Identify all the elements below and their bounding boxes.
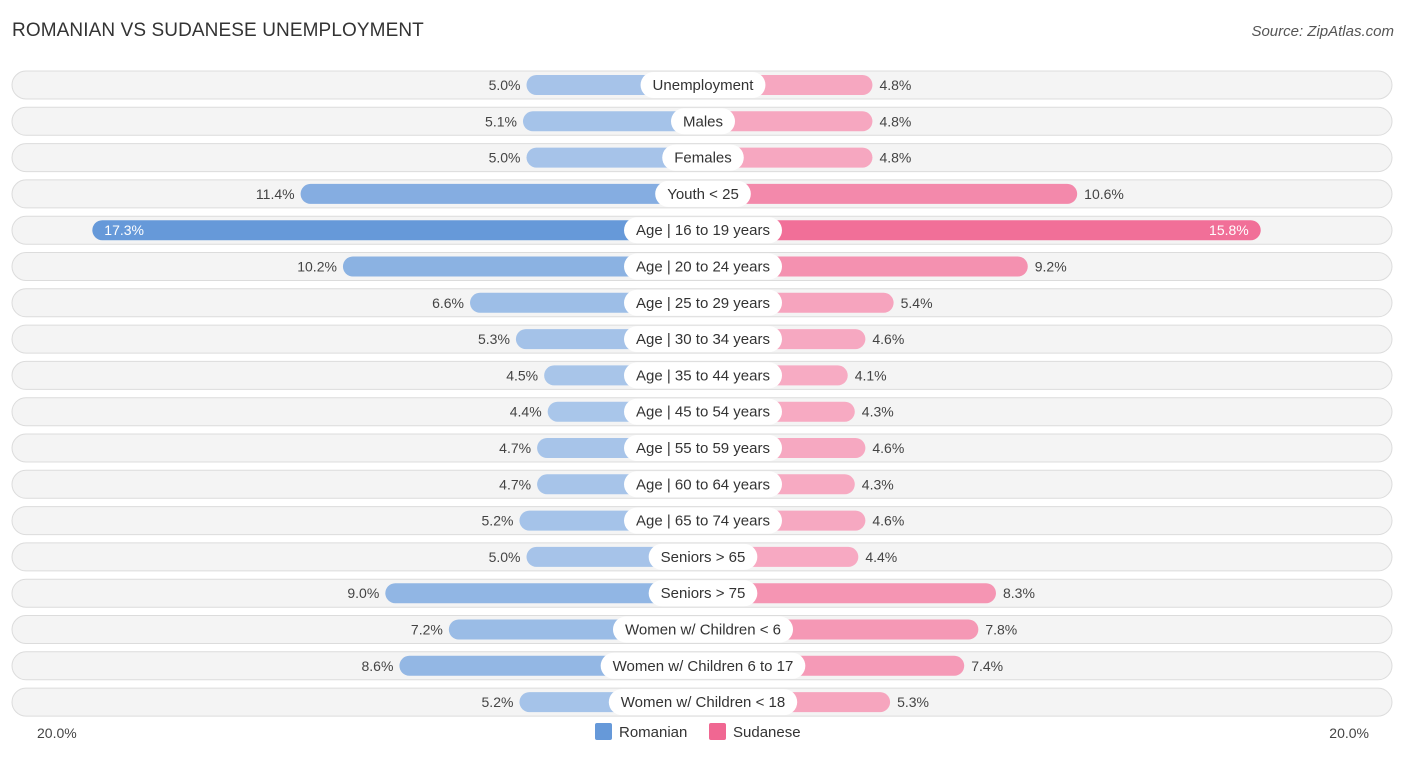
category-label: Youth < 25 xyxy=(667,186,739,203)
value-label-sudanese: 5.4% xyxy=(901,295,933,311)
legend: Romanian Sudanese xyxy=(595,723,801,741)
value-label-romanian: 6.6% xyxy=(432,295,464,311)
category-label: Age | 16 to 19 years xyxy=(636,222,770,239)
value-label-romanian: 5.0% xyxy=(489,549,521,565)
chart-row: 4.4% 4.3% Age | 45 to 54 years xyxy=(11,397,1393,427)
value-label-romanian: 4.7% xyxy=(499,440,531,456)
chart-row: 4.5% 4.1% Age | 35 to 44 years xyxy=(11,360,1393,390)
value-label-romanian: 9.0% xyxy=(347,585,379,601)
chart-row: 5.2% 5.3% Women w/ Children < 18 xyxy=(11,687,1393,717)
chart-rows: 5.0% 4.8% Unemployment 5.1% 4.8% Males 5.0% 4.8… xyxy=(11,70,1393,717)
value-label-sudanese: 9.2% xyxy=(1035,259,1067,275)
category-label: Age | 25 to 29 years xyxy=(636,295,770,312)
value-label-romanian: 11.4% xyxy=(256,186,295,202)
value-label-sudanese: 4.3% xyxy=(862,404,894,420)
value-label-sudanese: 4.3% xyxy=(862,476,894,492)
chart-row: 9.0% 8.3% Seniors > 75 xyxy=(11,578,1393,608)
axis-left-label: 20.0% xyxy=(37,725,77,741)
value-label-romanian: 5.1% xyxy=(485,113,517,129)
category-label: Age | 55 to 59 years xyxy=(636,440,770,457)
value-label-romanian: 10.2% xyxy=(297,259,337,275)
value-label-sudanese: 4.8% xyxy=(879,113,911,129)
chart-row: 11.4% 10.6% Youth < 25 xyxy=(11,179,1393,209)
bar-romanian xyxy=(92,220,713,241)
value-label-romanian: 7.2% xyxy=(411,622,443,638)
chart-row: 5.2% 4.6% Age | 65 to 74 years xyxy=(11,506,1393,536)
value-label-romanian: 5.0% xyxy=(489,150,521,166)
legend-label-sudanese: Sudanese xyxy=(733,724,801,741)
category-label: Age | 35 to 44 years xyxy=(636,367,770,384)
chart-row: 5.3% 4.6% Age | 30 to 34 years xyxy=(11,324,1393,354)
category-label: Males xyxy=(683,113,723,130)
value-label-sudanese: 15.8% xyxy=(1209,222,1249,238)
chart-row: 5.0% 4.4% Seniors > 65 xyxy=(11,542,1393,572)
value-label-sudanese: 4.6% xyxy=(872,513,904,529)
value-label-romanian: 5.2% xyxy=(482,513,514,529)
category-label: Women w/ Children 6 to 17 xyxy=(613,658,794,675)
value-label-romanian: 5.2% xyxy=(482,694,514,710)
category-label: Age | 60 to 64 years xyxy=(636,476,770,493)
category-label: Females xyxy=(674,150,732,167)
category-label: Unemployment xyxy=(653,77,755,94)
value-label-romanian: 8.6% xyxy=(361,658,393,674)
category-label: Age | 30 to 34 years xyxy=(636,331,770,348)
chart-row: 7.2% 7.8% Women w/ Children < 6 xyxy=(11,615,1393,644)
value-label-sudanese: 7.4% xyxy=(971,658,1003,674)
axis-right-label: 20.0% xyxy=(1329,725,1369,741)
chart-row: 8.6% 7.4% Women w/ Children 6 to 17 xyxy=(11,651,1393,681)
chart-row: 5.1% 4.8% Males xyxy=(11,106,1393,136)
value-label-sudanese: 8.3% xyxy=(1003,585,1035,601)
chart-row: 5.0% 4.8% Females xyxy=(11,143,1393,173)
chart-row: 4.7% 4.3% Age | 60 to 64 years xyxy=(11,469,1393,499)
value-label-sudanese: 5.3% xyxy=(897,694,929,710)
value-label-romanian: 5.0% xyxy=(489,77,521,93)
value-label-sudanese: 4.6% xyxy=(872,331,904,347)
value-label-sudanese: 10.6% xyxy=(1084,186,1124,202)
category-label: Women w/ Children < 18 xyxy=(621,694,785,711)
category-label: Age | 20 to 24 years xyxy=(636,259,770,276)
chart-row: 17.3% 15.8% Age | 16 to 19 years xyxy=(11,215,1393,245)
category-label: Age | 45 to 54 years xyxy=(636,404,770,421)
chart-row: 6.6% 5.4% Age | 25 to 29 years xyxy=(11,288,1393,318)
legend-label-romanian: Romanian xyxy=(619,724,687,741)
value-label-sudanese: 7.8% xyxy=(985,622,1017,638)
value-label-romanian: 17.3% xyxy=(104,222,144,238)
value-label-sudanese: 4.8% xyxy=(879,150,911,166)
chart-row: 10.2% 9.2% Age | 20 to 24 years xyxy=(11,252,1393,281)
value-label-sudanese: 4.6% xyxy=(872,440,904,456)
value-label-sudanese: 4.8% xyxy=(879,77,911,93)
value-label-sudanese: 4.1% xyxy=(855,367,887,383)
value-label-romanian: 4.7% xyxy=(499,476,531,492)
value-label-romanian: 4.5% xyxy=(506,367,538,383)
category-label: Seniors > 65 xyxy=(661,549,746,566)
category-label: Age | 65 to 74 years xyxy=(636,513,770,530)
legend-swatch-sudanese xyxy=(709,723,726,740)
legend-item-romanian[interactable]: Romanian xyxy=(595,723,687,741)
category-label: Women w/ Children < 6 xyxy=(625,622,781,639)
chart-row: 5.0% 4.8% Unemployment xyxy=(11,70,1393,100)
diverging-bar-chart: 5.0% 4.8% Unemployment 5.1% 4.8% Males 5.0% 4.8… xyxy=(11,70,1393,741)
legend-item-sudanese[interactable]: Sudanese xyxy=(709,723,801,741)
value-label-romanian: 5.3% xyxy=(478,331,510,347)
legend-swatch-romanian xyxy=(595,723,612,740)
value-label-sudanese: 4.4% xyxy=(865,549,897,565)
category-label: Seniors > 75 xyxy=(661,585,746,602)
bar-romanian xyxy=(300,183,713,204)
value-label-romanian: 4.4% xyxy=(510,404,542,420)
chart-row: 4.7% 4.6% Age | 55 to 59 years xyxy=(11,433,1393,463)
